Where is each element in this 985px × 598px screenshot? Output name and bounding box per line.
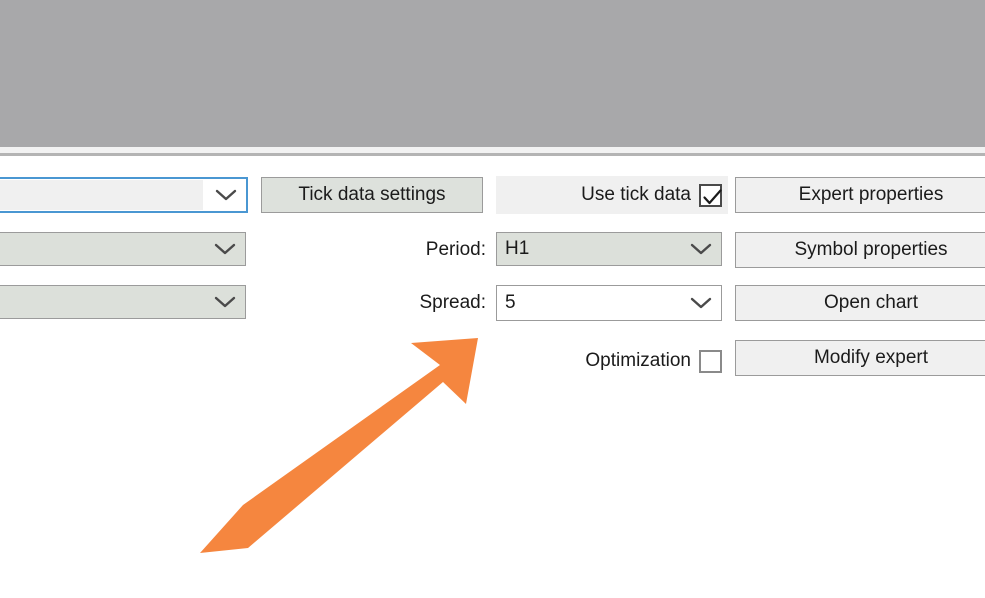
chevron-down-icon[interactable] xyxy=(681,242,721,256)
use-tick-data-label: Use tick data xyxy=(581,184,691,205)
screenshot-root: Tick data settings Use tick data Period:… xyxy=(0,0,985,598)
chevron-down-icon[interactable] xyxy=(206,188,246,202)
chevron-down-icon[interactable] xyxy=(205,242,245,256)
chevron-down-icon[interactable] xyxy=(681,296,721,310)
expert-combo[interactable] xyxy=(0,177,248,213)
period-combo-value: H1 xyxy=(505,238,530,259)
symbol-combo[interactable] xyxy=(0,232,246,266)
expert-combo-fill xyxy=(0,180,203,210)
expert-properties-button[interactable]: Expert properties xyxy=(735,177,985,213)
open-chart-button[interactable]: Open chart xyxy=(735,285,985,321)
spread-combo[interactable]: 5 xyxy=(496,285,722,321)
symbol-properties-button[interactable]: Symbol properties xyxy=(735,232,985,268)
use-tick-data-row[interactable]: Use tick data xyxy=(496,176,728,214)
chevron-down-icon[interactable] xyxy=(205,295,245,309)
model-combo[interactable] xyxy=(0,285,246,319)
strategy-tester-settings-panel: Tick data settings Use tick data Period:… xyxy=(0,156,985,598)
spread-combo-value[interactable]: 5 xyxy=(497,292,681,314)
use-tick-data-checkbox[interactable] xyxy=(699,183,722,207)
optimization-label: Optimization xyxy=(585,350,691,371)
spread-label: Spread: xyxy=(419,292,486,313)
optimization-row[interactable]: Optimization xyxy=(496,346,728,376)
period-combo[interactable]: H1 xyxy=(496,232,722,266)
modify-expert-button[interactable]: Modify expert xyxy=(735,340,985,376)
window-title-area xyxy=(0,0,985,147)
optimization-checkbox[interactable] xyxy=(699,349,722,373)
tick-data-settings-button[interactable]: Tick data settings xyxy=(261,177,483,213)
period-label: Period: xyxy=(425,239,486,260)
